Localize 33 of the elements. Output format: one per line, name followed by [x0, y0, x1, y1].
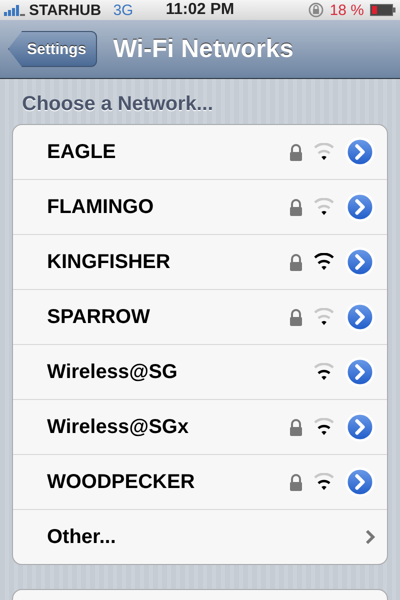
wifi-icon [313, 143, 335, 161]
network-type: 3G [113, 2, 134, 18]
battery-percentage: 18 % [330, 2, 364, 18]
back-button[interactable]: Settings [8, 31, 98, 67]
detail-disclosure-button[interactable] [345, 357, 375, 387]
detail-disclosure-button[interactable] [345, 192, 375, 222]
network-name[interactable]: EAGLE [47, 140, 289, 164]
network-name[interactable]: Wireless@SG [47, 360, 289, 384]
wifi-icon [313, 363, 335, 381]
screen-title: Wi-Fi Networks [113, 34, 294, 64]
wifi-icon [313, 418, 335, 436]
network-name[interactable]: KINGFISHER [47, 250, 289, 274]
clock: 11:02 PM [166, 1, 234, 18]
other-network-item[interactable]: Other... [47, 526, 365, 548]
rotation-lock-icon [308, 2, 324, 18]
chevron-icon [365, 529, 375, 545]
wifi-icon [313, 308, 335, 326]
wifi-icon [313, 473, 335, 491]
battery-icon [370, 4, 396, 16]
wifi-icon [313, 253, 335, 271]
network-name[interactable]: Wireless@SGx [47, 416, 289, 438]
section-header: Choose a Network... [21, 92, 214, 117]
network-name[interactable]: SPARROW [47, 306, 289, 328]
signal-icon [4, 4, 26, 16]
network-name[interactable]: WOODPECKER [47, 470, 289, 494]
carrier-name: STARHUB [29, 2, 102, 18]
network-name[interactable]: FLAMINGO [47, 196, 289, 218]
detail-disclosure-button[interactable] [345, 467, 375, 497]
wifi-icon [313, 198, 335, 216]
detail-disclosure-button[interactable] [345, 412, 375, 442]
detail-disclosure-button[interactable] [345, 137, 375, 167]
detail-disclosure-button[interactable] [345, 247, 375, 277]
detail-disclosure-button[interactable] [345, 302, 375, 332]
